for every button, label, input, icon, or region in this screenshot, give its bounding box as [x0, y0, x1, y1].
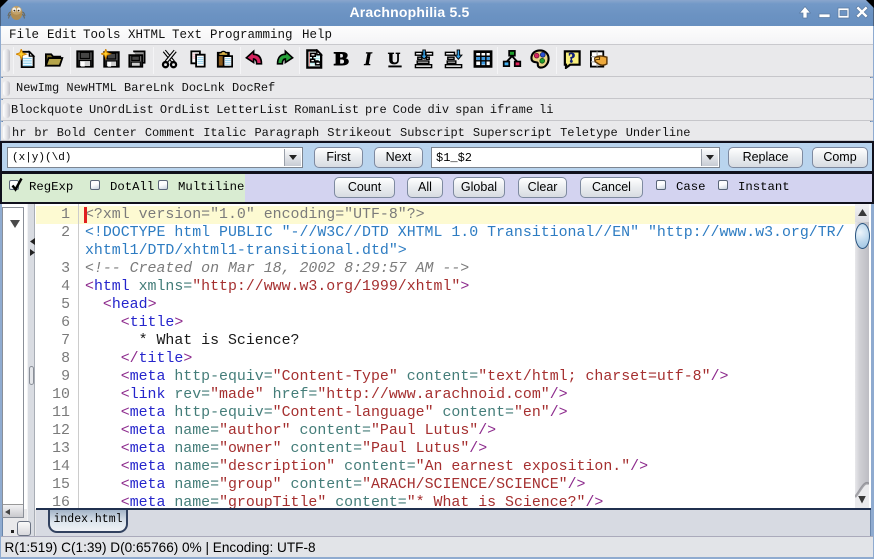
svg-text:U: U — [388, 49, 400, 68]
svg-text:?: ? — [568, 51, 575, 67]
svg-text:I: I — [363, 49, 372, 69]
svg-text:B: B — [334, 49, 349, 69]
